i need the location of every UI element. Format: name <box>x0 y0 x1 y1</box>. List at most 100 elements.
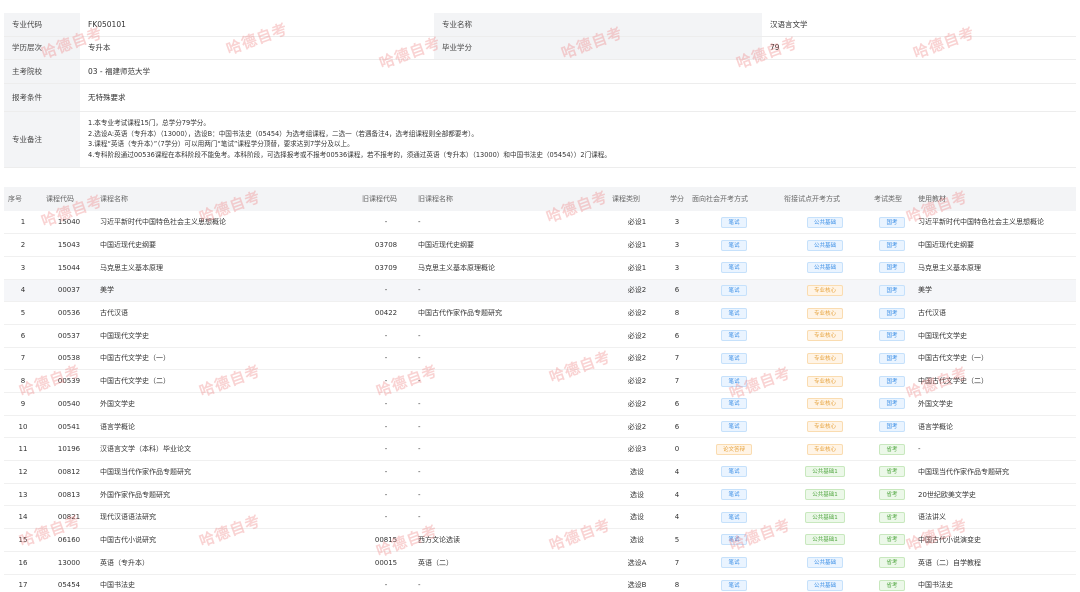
table-row: 7 00538 中国古代文学史（一） - - 必设2 7 笔试 专业核心 国考 中国古代文学史（一） <box>4 347 1076 371</box>
cell-textbook: 外国文学史 <box>914 392 1076 416</box>
cell-textbook: 美学 <box>914 279 1076 303</box>
major-name-value: 汉语言文学 <box>762 13 1076 37</box>
cell-type: 必设2 <box>608 369 666 393</box>
cell-pilot-exam-tag: 公共基础1 <box>805 511 845 523</box>
cell-pilot-exam-tag: 公共基础 <box>806 557 843 569</box>
cell-type: 必设2 <box>608 324 666 348</box>
cell-type: 选设 <box>608 528 666 552</box>
cell-credit: 6 <box>666 392 688 416</box>
cell-pilot-exam: 公共基础 <box>780 233 870 257</box>
note-line: 1.本专业考试课程15门，总学分79学分。 <box>88 119 210 127</box>
cell-social-exam-tag: 笔试 <box>721 421 747 433</box>
cell-name: 马克思主义基本原理 <box>96 256 358 280</box>
cell-exam-type: 省考 <box>870 437 914 462</box>
cell-name: 习近平新时代中国特色社会主义思想概论 <box>96 211 358 235</box>
cell-social-exam: 笔试 <box>688 324 780 348</box>
cell-no: 5 <box>4 301 42 325</box>
cell-social-exam: 笔试 <box>688 233 780 257</box>
header-old-name: 旧课程名称 <box>414 187 608 211</box>
header-social-exam: 面向社会开考方式 <box>688 187 780 211</box>
cell-type: 必设1 <box>608 233 666 257</box>
cell-name: 外国文学史 <box>96 392 358 416</box>
major-info-panel: 专业代码 FK050101 专业名称 汉语言文学 学历层次 专升本 毕业学分 7… <box>4 13 1076 168</box>
cell-name: 美学 <box>96 279 358 303</box>
cell-old-name: - <box>414 574 608 592</box>
cell-social-exam: 笔试 <box>688 392 780 416</box>
cell-no: 6 <box>4 324 42 348</box>
cell-social-exam-tag: 笔试 <box>721 262 747 274</box>
cell-pilot-exam: 公共基础 <box>780 256 870 280</box>
cell-social-exam: 笔试 <box>688 279 780 303</box>
cell-pilot-exam-tag: 专业核心 <box>806 421 843 433</box>
cell-code: 00541 <box>42 415 96 439</box>
header-code: 课程代码 <box>42 187 96 211</box>
cell-exam-type-tag: 国考 <box>879 216 905 228</box>
header-credit: 学分 <box>666 187 688 211</box>
cell-type: 选设 <box>608 483 666 507</box>
cell-pilot-exam-tag: 公共基础1 <box>805 534 845 546</box>
course-table: 序号 课程代码 课程名称 旧课程代码 旧课程名称 课程类别 学分 面向社会开考方… <box>4 187 1076 592</box>
cell-pilot-exam: 公共基础 <box>780 211 870 235</box>
level-value: 专升本 <box>80 36 434 60</box>
table-row: 2 15043 中国近现代史纲要 03708 中国近现代史纲要 必设1 3 笔试 公共基础 国考中… <box>4 233 1076 257</box>
cell-no: 10 <box>4 415 42 439</box>
cell-no: 3 <box>4 256 42 280</box>
cell-social-exam-tag: 论文答辩 <box>715 443 752 455</box>
cell-exam-type-tag: 省考 <box>879 489 905 501</box>
table-row: 6 00537 中国现代文学史 - - 必设2 6 笔试 专业核心 国考 中国现代文学史 <box>4 324 1076 348</box>
cell-code: 00540 <box>42 392 96 416</box>
cell-code: 00539 <box>42 369 96 393</box>
cell-old-name: 英语（二） <box>414 551 608 575</box>
table-row: 3 15044 马克思主义基本原理 03709 马克思主义基本原理概论 必设1 3 笔试 公共基… <box>4 256 1076 280</box>
cell-textbook: 英语（二）自学教程 <box>914 551 1076 575</box>
cell-type: 选设B <box>608 574 666 592</box>
cell-pilot-exam: 公共基础1 <box>780 460 870 484</box>
cell-textbook: 中国现代文学史 <box>914 324 1076 348</box>
cell-credit: 8 <box>666 574 688 592</box>
cell-old-name: 中国古代作家作品专题研究 <box>414 301 608 325</box>
cell-pilot-exam-tag: 专业核心 <box>806 284 843 296</box>
cell-credit: 0 <box>666 437 688 462</box>
cell-old-name: - <box>414 505 608 530</box>
cell-pilot-exam: 专业核心 <box>780 324 870 348</box>
cell-old-code: - <box>358 324 414 348</box>
cell-exam-type-tag: 国考 <box>879 421 905 433</box>
credits-spacer <box>510 36 762 60</box>
cell-social-exam: 笔试 <box>688 347 780 371</box>
cell-textbook: 古代汉语 <box>914 301 1076 325</box>
cell-pilot-exam-tag: 公共基础1 <box>805 489 845 501</box>
cell-credit: 5 <box>666 528 688 552</box>
condition-value: 无特殊要求 <box>80 83 1076 112</box>
school-value: 03 - 福建师范大学 <box>80 59 1076 84</box>
cell-textbook: 20世纪欧美文学史 <box>914 483 1076 507</box>
cell-name: 外国作家作品专题研究 <box>96 483 358 507</box>
cell-type: 必设2 <box>608 301 666 325</box>
cell-old-code: - <box>358 347 414 371</box>
cell-pilot-exam-tag: 专业核心 <box>806 375 843 387</box>
cell-credit: 3 <box>666 233 688 257</box>
cell-name: 中国现代文学史 <box>96 324 358 348</box>
cell-textbook: 语法讲义 <box>914 505 1076 530</box>
cell-pilot-exam: 专业核心 <box>780 301 870 325</box>
cell-exam-type: 国考 <box>870 392 914 416</box>
cell-pilot-exam-tag: 专业核心 <box>806 330 843 342</box>
cell-type: 必设3 <box>608 437 666 462</box>
cell-pilot-exam: 公共基础 <box>780 574 870 592</box>
cell-old-code: - <box>358 392 414 416</box>
header-type: 课程类别 <box>608 187 666 211</box>
cell-exam-type-tag: 国考 <box>879 262 905 274</box>
cell-no: 1 <box>4 211 42 235</box>
cell-pilot-exam-tag: 专业核心 <box>806 398 843 410</box>
cell-textbook: 中国古代文学史（二） <box>914 369 1076 393</box>
cell-exam-type-tag: 国考 <box>879 352 905 364</box>
cell-exam-type-tag: 国考 <box>879 330 905 342</box>
cell-credit: 4 <box>666 460 688 484</box>
cell-textbook: 中国近现代史纲要 <box>914 233 1076 257</box>
cell-social-exam-tag: 笔试 <box>721 330 747 342</box>
cell-social-exam: 笔试 <box>688 301 780 325</box>
cell-textbook: 习近平新时代中国特色社会主义思想概论 <box>914 211 1076 235</box>
cell-code: 15043 <box>42 233 96 257</box>
cell-type: 必设2 <box>608 392 666 416</box>
course-rows: 1 15040 习近平新时代中国特色社会主义思想概论 - - 必设1 3 笔试 公共基础 国考 习近… <box>4 211 1076 592</box>
major-code-value: FK050101 <box>80 13 434 37</box>
